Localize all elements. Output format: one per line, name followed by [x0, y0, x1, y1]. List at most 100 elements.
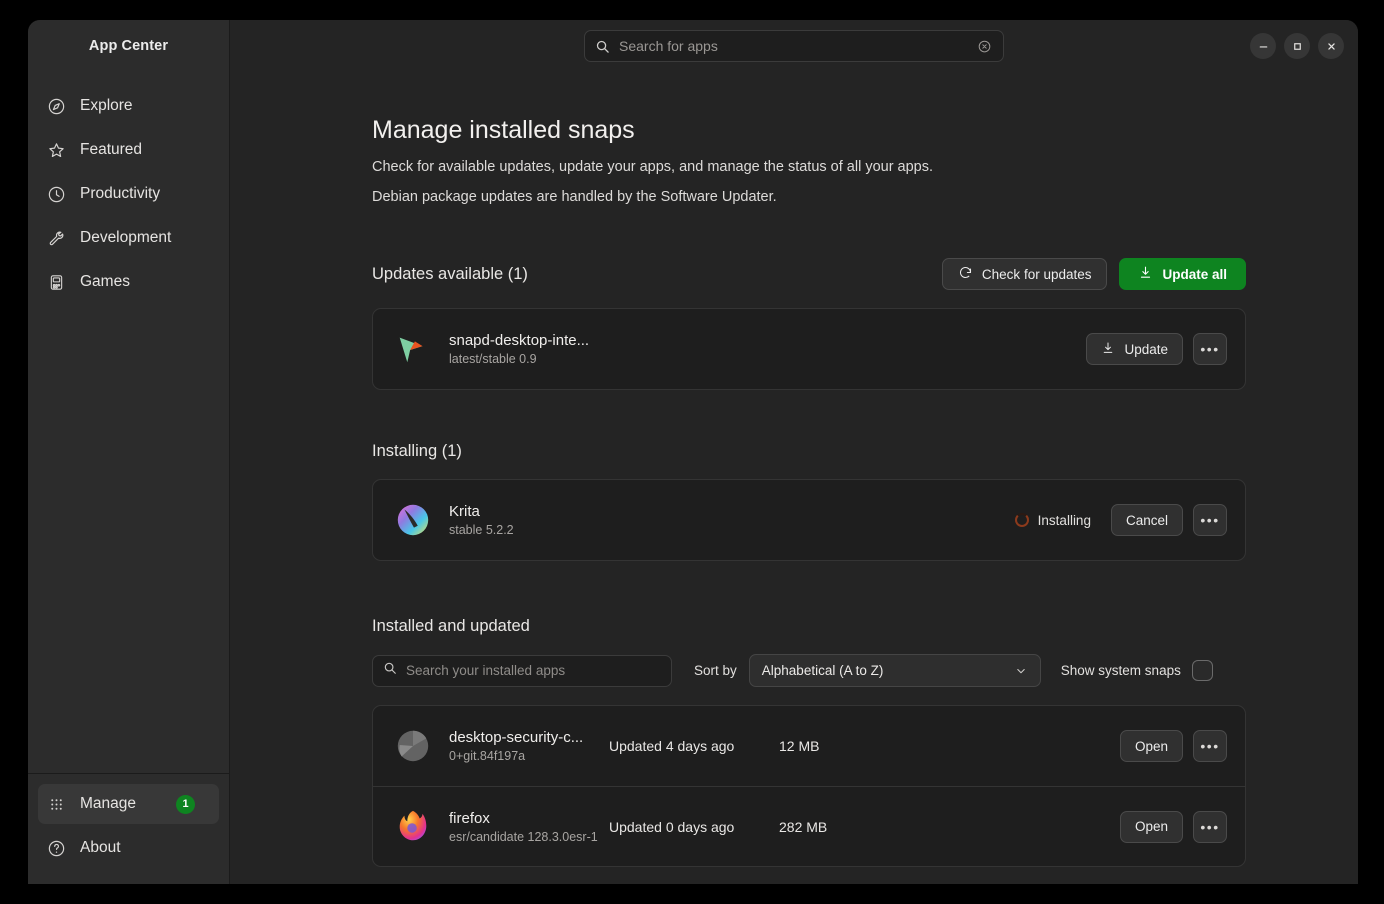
page-title: Manage installed snaps: [372, 116, 1246, 145]
krita-icon: [393, 500, 433, 540]
updates-list: snapd-desktop-inte... latest/stable 0.9: [372, 308, 1246, 390]
row-menu-button[interactable]: •••: [1193, 730, 1227, 762]
sidebar-item-featured[interactable]: Featured: [38, 130, 219, 170]
gamepad-icon: [46, 272, 66, 292]
firefox-icon: [393, 807, 433, 847]
sidebar-item-label: Explore: [80, 97, 133, 115]
main-area: Manage installed snaps Check for availab…: [230, 20, 1358, 884]
installing-section-header: Installing (1): [372, 442, 1246, 461]
sidebar-header: App Center: [28, 20, 229, 72]
maximize-button[interactable]: [1284, 33, 1310, 59]
open-button[interactable]: Open: [1120, 730, 1183, 762]
sort-by-label: Sort by: [694, 663, 737, 678]
app-version: latest/stable 0.9: [449, 352, 589, 366]
app-name: desktop-security-c...: [449, 729, 609, 746]
row-menu-button[interactable]: •••: [1193, 333, 1227, 365]
clock-icon: [46, 184, 66, 204]
installed-list: desktop-security-c... 0+git.84f197a Upda…: [372, 705, 1246, 867]
sidebar-item-manage[interactable]: Manage 1: [38, 784, 219, 824]
updates-actions: Check for updates Update all: [942, 258, 1246, 290]
app-name: Krita: [449, 503, 514, 520]
update-all-button[interactable]: Update all: [1119, 258, 1246, 290]
grid-icon: [46, 794, 66, 814]
row-actions: Update •••: [1086, 333, 1227, 365]
sidebar-item-about[interactable]: About: [38, 828, 219, 868]
table-row[interactable]: desktop-security-c... 0+git.84f197a Upda…: [373, 706, 1245, 786]
installed-section-title: Installed and updated: [372, 617, 1246, 636]
chevron-down-icon: [1014, 664, 1028, 678]
wrench-icon: [46, 228, 66, 248]
app-version: esr/candidate 128.3.0esr-1: [449, 830, 609, 844]
row-menu-button[interactable]: •••: [1193, 811, 1227, 843]
content-scroll: Manage installed snaps Check for availab…: [230, 72, 1358, 884]
check-for-updates-button[interactable]: Check for updates: [942, 258, 1108, 290]
check-for-updates-label: Check for updates: [982, 267, 1092, 282]
spinner-icon: [1015, 513, 1029, 527]
row-menu-button[interactable]: •••: [1193, 504, 1227, 536]
window-controls: [1250, 20, 1344, 72]
app-updated: Updated 4 days ago: [609, 738, 779, 754]
row-actions: Open •••: [1120, 730, 1227, 762]
app-info: desktop-security-c... 0+git.84f197a: [449, 729, 609, 763]
sidebar-nav: Explore Featured Productivity: [28, 72, 229, 302]
sidebar-item-development[interactable]: Development: [38, 218, 219, 258]
snapd-icon: [393, 329, 433, 369]
installing-list: Krita stable 5.2.2 Installing Cancel •••: [372, 479, 1246, 561]
app-info: snapd-desktop-inte... latest/stable 0.9: [449, 332, 589, 366]
app-name: snapd-desktop-inte...: [449, 332, 589, 349]
sidebar-item-label: Development: [80, 229, 171, 247]
clear-search-icon[interactable]: [976, 38, 993, 55]
app-updated: Updated 0 days ago: [609, 819, 779, 835]
app-size: 12 MB: [779, 738, 889, 754]
star-icon: [46, 140, 66, 160]
app-version: stable 5.2.2: [449, 523, 514, 537]
installed-search-input[interactable]: [406, 663, 661, 678]
show-system-snaps-label: Show system snaps: [1061, 663, 1181, 678]
row-actions: Installing Cancel •••: [1015, 504, 1227, 536]
page-subtitle-2: Debian package updates are handled by th…: [372, 188, 1246, 206]
sidebar-item-label: Featured: [80, 141, 142, 159]
installed-search-bar[interactable]: [372, 655, 672, 687]
app-window: App Center Explore Featured: [28, 20, 1358, 884]
search-input[interactable]: [619, 38, 967, 54]
sidebar-item-explore[interactable]: Explore: [38, 86, 219, 126]
sidebar-item-label: About: [80, 839, 121, 857]
sort-by-value: Alphabetical (A to Z): [762, 663, 884, 678]
open-button[interactable]: Open: [1120, 811, 1183, 843]
download-icon: [1101, 341, 1115, 358]
update-button-label: Update: [1124, 342, 1168, 357]
table-row[interactable]: Krita stable 5.2.2 Installing Cancel •••: [373, 480, 1245, 560]
minimize-button[interactable]: [1250, 33, 1276, 59]
table-row[interactable]: snapd-desktop-inte... latest/stable 0.9: [373, 309, 1245, 389]
app-info: firefox esr/candidate 128.3.0esr-1: [449, 810, 609, 844]
row-actions: Open •••: [1120, 811, 1227, 843]
status-badge: 1: [176, 795, 195, 814]
sidebar-item-games[interactable]: Games: [38, 262, 219, 302]
cancel-button[interactable]: Cancel: [1111, 504, 1183, 536]
installed-filters: Sort by Alphabetical (A to Z) Show syste…: [372, 654, 1246, 687]
search-bar[interactable]: [584, 30, 1004, 62]
updates-section-title: Updates available (1): [372, 265, 528, 284]
updates-section-header: Updates available (1) Check for updates: [372, 258, 1246, 290]
app-info: Krita stable 5.2.2: [449, 503, 514, 537]
question-icon: [46, 838, 66, 858]
download-icon: [1138, 265, 1153, 283]
install-status-label: Installing: [1038, 513, 1091, 528]
show-system-snaps-checkbox[interactable]: [1192, 660, 1213, 681]
close-button[interactable]: [1318, 33, 1344, 59]
refresh-icon: [958, 265, 973, 283]
sidebar-item-productivity[interactable]: Productivity: [38, 174, 219, 214]
generic-snap-icon: [393, 726, 433, 766]
search-icon: [595, 39, 610, 54]
sidebar-item-label: Manage: [80, 795, 136, 813]
sidebar-item-label: Games: [80, 273, 130, 291]
table-row[interactable]: firefox esr/candidate 128.3.0esr-1 Updat…: [373, 786, 1245, 866]
update-button[interactable]: Update: [1086, 333, 1183, 365]
top-bar: [230, 20, 1358, 72]
sidebar: App Center Explore Featured: [28, 20, 230, 884]
installing-section-title: Installing (1): [372, 442, 462, 461]
sidebar-item-label: Productivity: [80, 185, 160, 203]
sort-by-select[interactable]: Alphabetical (A to Z): [749, 654, 1041, 687]
app-title: App Center: [89, 38, 168, 54]
app-version: 0+git.84f197a: [449, 749, 609, 763]
